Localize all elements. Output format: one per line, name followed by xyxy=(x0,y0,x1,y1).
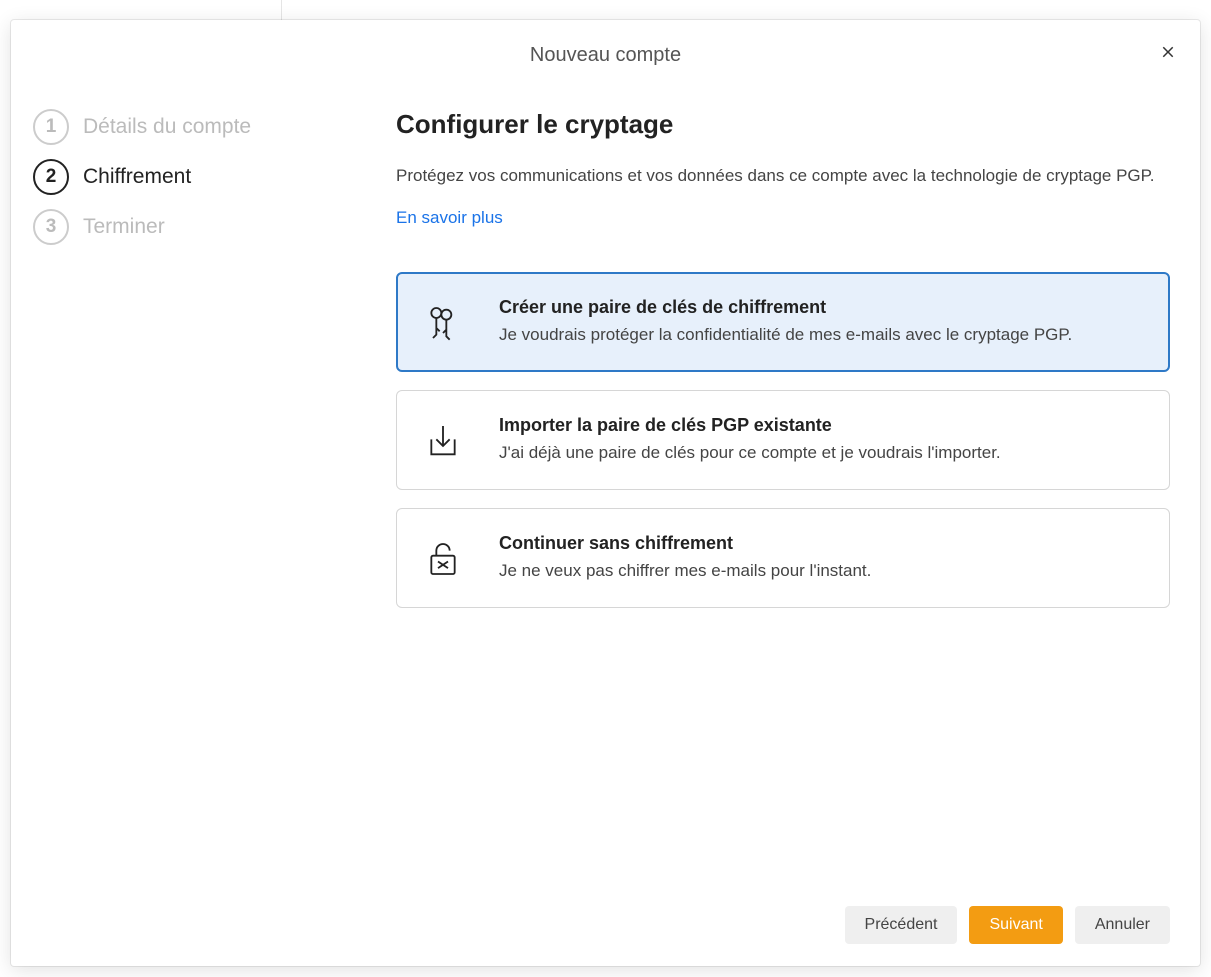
option-text: Continuer sans chiffrement Je ne veux pa… xyxy=(499,533,1141,583)
main-content: Configurer le cryptage Protégez vos comm… xyxy=(356,79,1200,890)
step-label: Terminer xyxy=(83,215,165,239)
option-title: Continuer sans chiffrement xyxy=(499,533,1141,554)
dialog-body: 1 Détails du compte 2 Chiffrement 3 Term… xyxy=(11,79,1200,890)
step-account-details[interactable]: 1 Détails du compte xyxy=(33,109,336,145)
option-description: J'ai déjà une paire de clés pour ce comp… xyxy=(499,442,1141,465)
keys-icon xyxy=(421,299,465,347)
option-import-keys[interactable]: Importer la paire de clés PGP existante … xyxy=(396,390,1170,490)
step-finish[interactable]: 3 Terminer xyxy=(33,209,336,245)
step-number: 3 xyxy=(33,209,69,245)
option-description: Je voudrais protéger la confidentialité … xyxy=(499,324,1141,347)
page-description: Protégez vos communications et vos donné… xyxy=(396,164,1170,188)
cancel-button[interactable]: Annuler xyxy=(1075,906,1170,944)
unlock-icon xyxy=(421,535,465,583)
step-number: 2 xyxy=(33,159,69,195)
option-no-encryption[interactable]: Continuer sans chiffrement Je ne veux pa… xyxy=(396,508,1170,608)
back-button[interactable]: Précédent xyxy=(845,906,958,944)
option-title: Créer une paire de clés de chiffrement xyxy=(499,297,1141,318)
dialog-header: Nouveau compte xyxy=(11,20,1200,79)
learn-more-link[interactable]: En savoir plus xyxy=(396,208,503,228)
close-icon xyxy=(1159,43,1177,61)
step-label: Chiffrement xyxy=(83,165,191,189)
option-description: Je ne veux pas chiffrer mes e-mails pour… xyxy=(499,560,1141,583)
top-divider xyxy=(281,0,282,20)
close-button[interactable] xyxy=(1154,38,1182,66)
option-title: Importer la paire de clés PGP existante xyxy=(499,415,1141,436)
option-text: Importer la paire de clés PGP existante … xyxy=(499,415,1141,465)
option-create-keys[interactable]: Créer une paire de clés de chiffrement J… xyxy=(396,272,1170,372)
import-icon xyxy=(421,417,465,465)
new-account-dialog: Nouveau compte 1 Détails du compte 2 Chi… xyxy=(11,20,1200,966)
step-encryption[interactable]: 2 Chiffrement xyxy=(33,159,336,195)
option-text: Créer une paire de clés de chiffrement J… xyxy=(499,297,1141,347)
encryption-options: Créer une paire de clés de chiffrement J… xyxy=(396,272,1170,608)
page-heading: Configurer le cryptage xyxy=(396,109,1170,140)
next-button[interactable]: Suivant xyxy=(969,906,1062,944)
step-number: 1 xyxy=(33,109,69,145)
dialog-title: Nouveau compte xyxy=(11,44,1200,67)
dialog-footer: Précédent Suivant Annuler xyxy=(11,890,1200,966)
step-label: Détails du compte xyxy=(83,115,251,139)
wizard-steps-sidebar: 1 Détails du compte 2 Chiffrement 3 Term… xyxy=(11,79,356,890)
